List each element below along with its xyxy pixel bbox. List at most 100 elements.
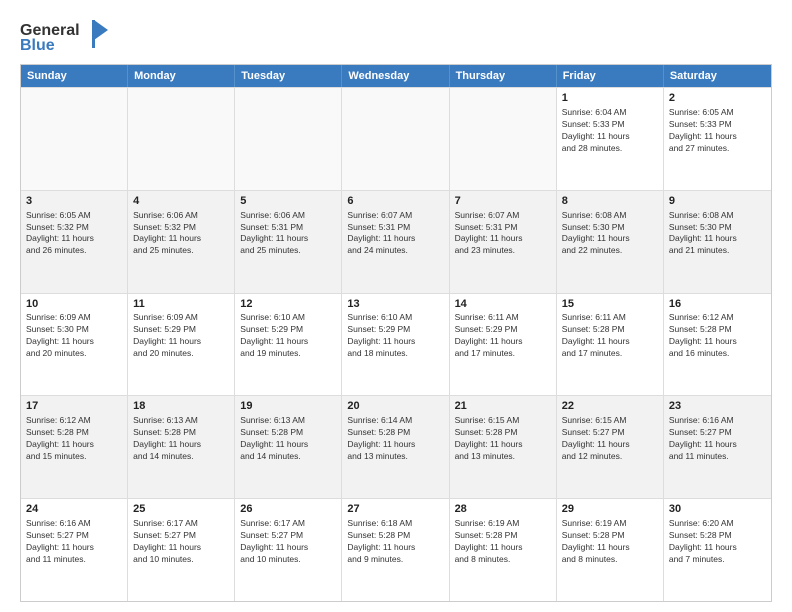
day-number: 3 [26, 194, 122, 209]
calendar-cell [342, 88, 449, 190]
day-number: 1 [562, 91, 658, 106]
calendar-row: 3Sunrise: 6:05 AM Sunset: 5:32 PM Daylig… [21, 190, 771, 293]
day-number: 29 [562, 502, 658, 517]
calendar-cell: 26Sunrise: 6:17 AM Sunset: 5:27 PM Dayli… [235, 499, 342, 601]
header-cell-wednesday: Wednesday [342, 65, 449, 87]
day-number: 17 [26, 399, 122, 414]
day-number: 30 [669, 502, 766, 517]
cell-info: Sunrise: 6:11 AM Sunset: 5:29 PM Dayligh… [455, 312, 551, 360]
cell-info: Sunrise: 6:06 AM Sunset: 5:31 PM Dayligh… [240, 210, 336, 258]
header-cell-saturday: Saturday [664, 65, 771, 87]
calendar-cell: 7Sunrise: 6:07 AM Sunset: 5:31 PM Daylig… [450, 191, 557, 293]
calendar-cell [128, 88, 235, 190]
cell-info: Sunrise: 6:10 AM Sunset: 5:29 PM Dayligh… [240, 312, 336, 360]
calendar-row: 24Sunrise: 6:16 AM Sunset: 5:27 PM Dayli… [21, 498, 771, 601]
cell-info: Sunrise: 6:04 AM Sunset: 5:33 PM Dayligh… [562, 107, 658, 155]
day-number: 10 [26, 297, 122, 312]
day-number: 9 [669, 194, 766, 209]
calendar-cell: 21Sunrise: 6:15 AM Sunset: 5:28 PM Dayli… [450, 396, 557, 498]
calendar-cell: 14Sunrise: 6:11 AM Sunset: 5:29 PM Dayli… [450, 294, 557, 396]
day-number: 15 [562, 297, 658, 312]
calendar-row: 10Sunrise: 6:09 AM Sunset: 5:30 PM Dayli… [21, 293, 771, 396]
day-number: 4 [133, 194, 229, 209]
header-cell-tuesday: Tuesday [235, 65, 342, 87]
cell-info: Sunrise: 6:08 AM Sunset: 5:30 PM Dayligh… [669, 210, 766, 258]
cell-info: Sunrise: 6:19 AM Sunset: 5:28 PM Dayligh… [562, 518, 658, 566]
day-number: 2 [669, 91, 766, 106]
calendar-cell: 3Sunrise: 6:05 AM Sunset: 5:32 PM Daylig… [21, 191, 128, 293]
cell-info: Sunrise: 6:07 AM Sunset: 5:31 PM Dayligh… [455, 210, 551, 258]
cell-info: Sunrise: 6:11 AM Sunset: 5:28 PM Dayligh… [562, 312, 658, 360]
header-cell-friday: Friday [557, 65, 664, 87]
calendar-cell: 23Sunrise: 6:16 AM Sunset: 5:27 PM Dayli… [664, 396, 771, 498]
day-number: 11 [133, 297, 229, 312]
day-number: 8 [562, 194, 658, 209]
cell-info: Sunrise: 6:06 AM Sunset: 5:32 PM Dayligh… [133, 210, 229, 258]
header: GeneralBlue [20, 18, 772, 56]
day-number: 12 [240, 297, 336, 312]
calendar-cell: 20Sunrise: 6:14 AM Sunset: 5:28 PM Dayli… [342, 396, 449, 498]
day-number: 16 [669, 297, 766, 312]
header-cell-monday: Monday [128, 65, 235, 87]
calendar-cell: 18Sunrise: 6:13 AM Sunset: 5:28 PM Dayli… [128, 396, 235, 498]
calendar-cell [450, 88, 557, 190]
calendar-cell: 25Sunrise: 6:17 AM Sunset: 5:27 PM Dayli… [128, 499, 235, 601]
cell-info: Sunrise: 6:09 AM Sunset: 5:29 PM Dayligh… [133, 312, 229, 360]
day-number: 20 [347, 399, 443, 414]
day-number: 28 [455, 502, 551, 517]
cell-info: Sunrise: 6:12 AM Sunset: 5:28 PM Dayligh… [26, 415, 122, 463]
cell-info: Sunrise: 6:18 AM Sunset: 5:28 PM Dayligh… [347, 518, 443, 566]
calendar-cell [21, 88, 128, 190]
logo-icon: GeneralBlue [20, 18, 110, 56]
calendar-row: 1Sunrise: 6:04 AM Sunset: 5:33 PM Daylig… [21, 87, 771, 190]
calendar: SundayMondayTuesdayWednesdayThursdayFrid… [20, 64, 772, 602]
cell-info: Sunrise: 6:07 AM Sunset: 5:31 PM Dayligh… [347, 210, 443, 258]
day-number: 26 [240, 502, 336, 517]
header-cell-thursday: Thursday [450, 65, 557, 87]
calendar-cell: 2Sunrise: 6:05 AM Sunset: 5:33 PM Daylig… [664, 88, 771, 190]
cell-info: Sunrise: 6:16 AM Sunset: 5:27 PM Dayligh… [26, 518, 122, 566]
logo: GeneralBlue [20, 18, 110, 56]
day-number: 19 [240, 399, 336, 414]
cell-info: Sunrise: 6:10 AM Sunset: 5:29 PM Dayligh… [347, 312, 443, 360]
calendar-cell: 10Sunrise: 6:09 AM Sunset: 5:30 PM Dayli… [21, 294, 128, 396]
calendar-cell: 22Sunrise: 6:15 AM Sunset: 5:27 PM Dayli… [557, 396, 664, 498]
day-number: 18 [133, 399, 229, 414]
calendar-cell: 13Sunrise: 6:10 AM Sunset: 5:29 PM Dayli… [342, 294, 449, 396]
cell-info: Sunrise: 6:15 AM Sunset: 5:27 PM Dayligh… [562, 415, 658, 463]
calendar-cell: 19Sunrise: 6:13 AM Sunset: 5:28 PM Dayli… [235, 396, 342, 498]
calendar-cell: 5Sunrise: 6:06 AM Sunset: 5:31 PM Daylig… [235, 191, 342, 293]
cell-info: Sunrise: 6:15 AM Sunset: 5:28 PM Dayligh… [455, 415, 551, 463]
calendar-cell: 12Sunrise: 6:10 AM Sunset: 5:29 PM Dayli… [235, 294, 342, 396]
day-number: 24 [26, 502, 122, 517]
cell-info: Sunrise: 6:08 AM Sunset: 5:30 PM Dayligh… [562, 210, 658, 258]
svg-text:Blue: Blue [20, 37, 55, 54]
calendar-header: SundayMondayTuesdayWednesdayThursdayFrid… [21, 65, 771, 87]
calendar-cell: 6Sunrise: 6:07 AM Sunset: 5:31 PM Daylig… [342, 191, 449, 293]
cell-info: Sunrise: 6:05 AM Sunset: 5:33 PM Dayligh… [669, 107, 766, 155]
page: GeneralBlue SundayMondayTuesdayWednesday… [0, 0, 792, 612]
day-number: 7 [455, 194, 551, 209]
calendar-body: 1Sunrise: 6:04 AM Sunset: 5:33 PM Daylig… [21, 87, 771, 601]
cell-info: Sunrise: 6:19 AM Sunset: 5:28 PM Dayligh… [455, 518, 551, 566]
day-number: 5 [240, 194, 336, 209]
day-number: 13 [347, 297, 443, 312]
cell-info: Sunrise: 6:17 AM Sunset: 5:27 PM Dayligh… [133, 518, 229, 566]
day-number: 14 [455, 297, 551, 312]
calendar-cell: 16Sunrise: 6:12 AM Sunset: 5:28 PM Dayli… [664, 294, 771, 396]
calendar-cell: 27Sunrise: 6:18 AM Sunset: 5:28 PM Dayli… [342, 499, 449, 601]
day-number: 22 [562, 399, 658, 414]
day-number: 25 [133, 502, 229, 517]
cell-info: Sunrise: 6:17 AM Sunset: 5:27 PM Dayligh… [240, 518, 336, 566]
cell-info: Sunrise: 6:05 AM Sunset: 5:32 PM Dayligh… [26, 210, 122, 258]
calendar-cell: 8Sunrise: 6:08 AM Sunset: 5:30 PM Daylig… [557, 191, 664, 293]
cell-info: Sunrise: 6:20 AM Sunset: 5:28 PM Dayligh… [669, 518, 766, 566]
cell-info: Sunrise: 6:09 AM Sunset: 5:30 PM Dayligh… [26, 312, 122, 360]
calendar-cell: 9Sunrise: 6:08 AM Sunset: 5:30 PM Daylig… [664, 191, 771, 293]
cell-info: Sunrise: 6:12 AM Sunset: 5:28 PM Dayligh… [669, 312, 766, 360]
calendar-cell: 30Sunrise: 6:20 AM Sunset: 5:28 PM Dayli… [664, 499, 771, 601]
calendar-cell: 29Sunrise: 6:19 AM Sunset: 5:28 PM Dayli… [557, 499, 664, 601]
day-number: 27 [347, 502, 443, 517]
cell-info: Sunrise: 6:14 AM Sunset: 5:28 PM Dayligh… [347, 415, 443, 463]
calendar-cell: 11Sunrise: 6:09 AM Sunset: 5:29 PM Dayli… [128, 294, 235, 396]
